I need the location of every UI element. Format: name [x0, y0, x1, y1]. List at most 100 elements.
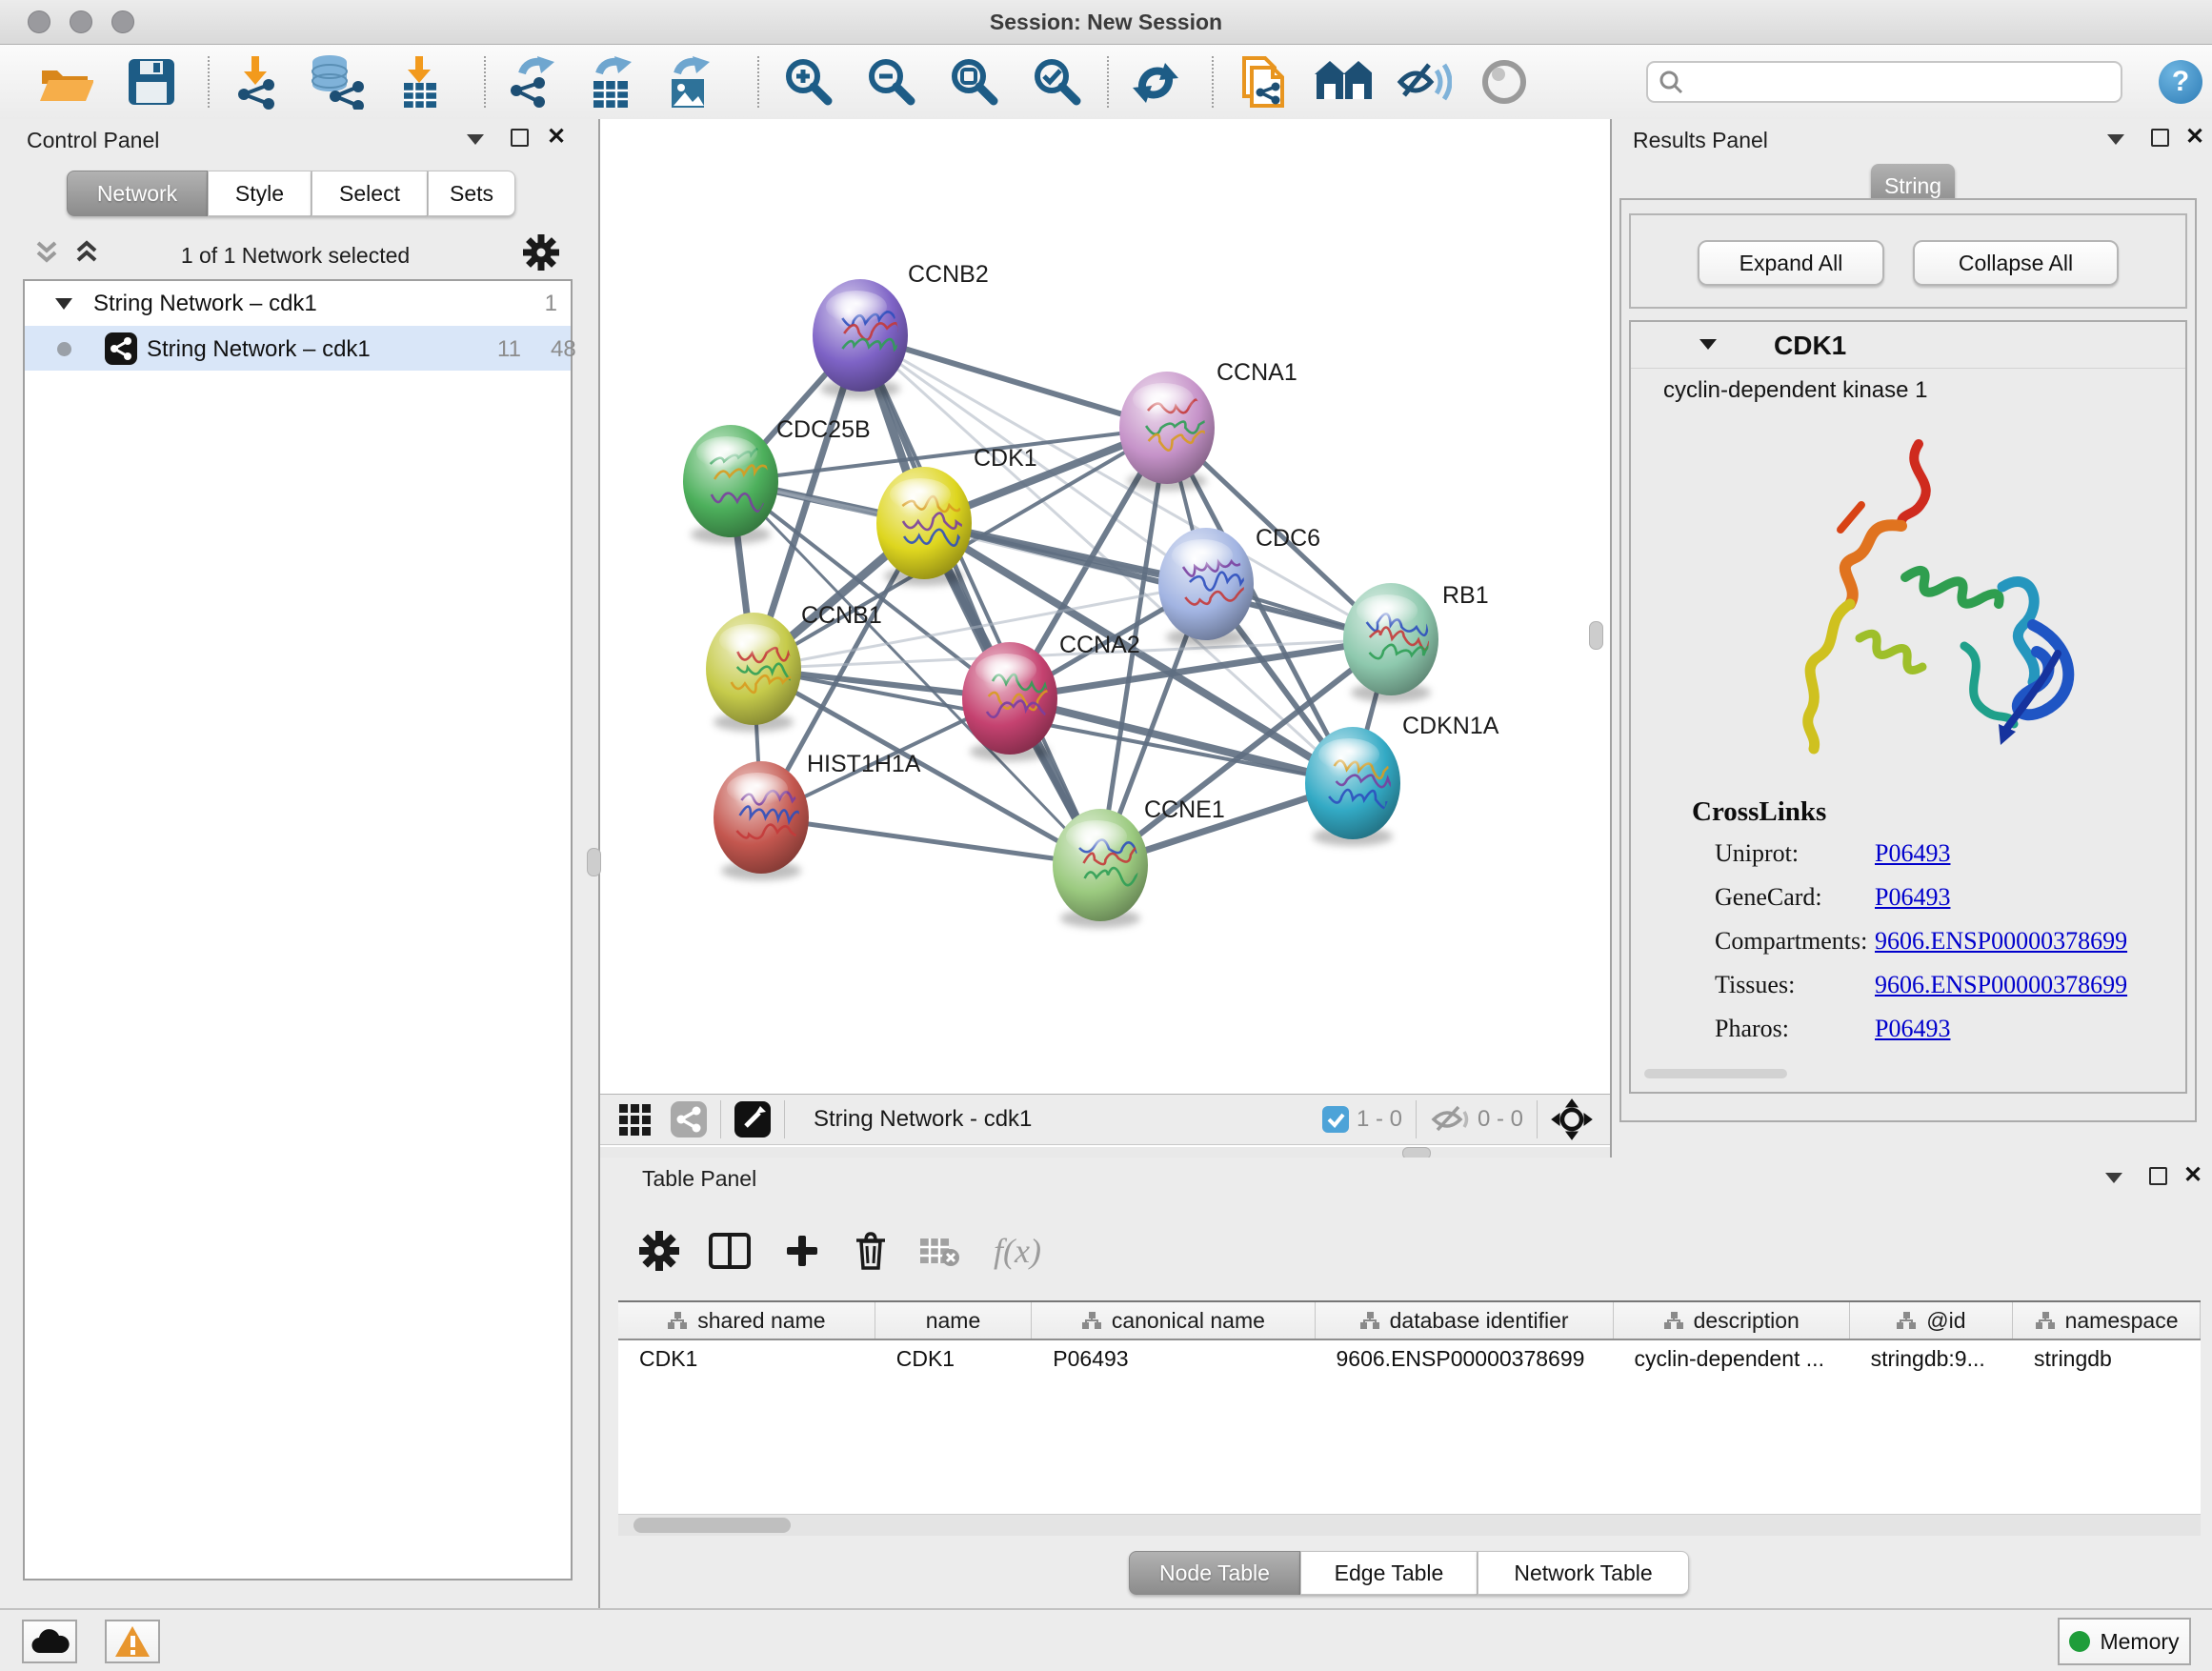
tab-node-table[interactable]: Node Table	[1129, 1551, 1300, 1595]
search-field[interactable]	[1646, 61, 2122, 103]
panel-float-icon[interactable]	[2151, 129, 2169, 147]
memory-button[interactable]: Memory	[2058, 1618, 2191, 1665]
hide-glyphs-button[interactable]	[1395, 54, 1454, 110]
network-row-selected[interactable]: String Network – cdk1 11 48	[25, 326, 571, 371]
crosslink-link[interactable]: P06493	[1875, 1015, 1950, 1043]
expand-all-button[interactable]: Expand All	[1698, 240, 1884, 286]
grid-view-icon[interactable]	[617, 1100, 655, 1138]
tab-select[interactable]: Select	[312, 171, 428, 216]
scrollbar-thumb[interactable]	[633, 1518, 791, 1533]
string-homes-button[interactable]	[1313, 54, 1372, 110]
network-node-CCNE1[interactable]: CCNE1	[1053, 796, 1225, 928]
section-collapse-icon[interactable]	[1699, 339, 1717, 350]
network-node-RB1[interactable]: RB1	[1343, 582, 1489, 702]
tab-edge-table[interactable]: Edge Table	[1300, 1551, 1478, 1595]
network-edge-cdk1-rb1[interactable]	[924, 523, 1391, 639]
crosslink-link[interactable]: 9606.ENSP00000378699	[1875, 927, 2127, 956]
table-cell-canonical-name[interactable]: P06493	[1032, 1340, 1315, 1377]
cloud-status-button[interactable]	[22, 1620, 77, 1663]
panel-float-icon[interactable]	[2149, 1167, 2167, 1185]
section-scrollbar[interactable]	[1644, 1069, 1787, 1078]
share-view-icon[interactable]	[671, 1101, 707, 1137]
panel-close-icon[interactable]: ✕	[2183, 1168, 2202, 1182]
tab-style[interactable]: Style	[208, 171, 312, 216]
save-session-button[interactable]	[122, 54, 181, 110]
table-cell-namespace[interactable]: stringdb	[2013, 1340, 2201, 1377]
delete-table-button[interactable]	[915, 1226, 964, 1276]
node-description: cyclin-dependent kinase 1	[1663, 377, 1928, 404]
tab-sets[interactable]: Sets	[428, 171, 515, 216]
export-network-button[interactable]	[503, 54, 562, 110]
show-glyphs-button[interactable]	[1475, 54, 1534, 110]
zoom-selected-button[interactable]	[1028, 54, 1087, 110]
crosslink-link[interactable]: P06493	[1875, 839, 1950, 868]
column-header-namespace[interactable]: namespace	[2013, 1302, 2201, 1339]
tree-expand-icon[interactable]	[55, 298, 72, 310]
crosslink-link[interactable]: 9606.ENSP00000378699	[1875, 971, 2127, 999]
table-cell-database-identifier[interactable]: 9606.ENSP00000378699	[1316, 1340, 1614, 1377]
export-image-button[interactable]	[661, 54, 720, 110]
network-node-CDC25B[interactable]: CDC25B	[683, 416, 871, 544]
table-horizontal-scrollbar[interactable]	[618, 1514, 2201, 1536]
panel-collapse-icon[interactable]	[467, 134, 484, 145]
column-header-description[interactable]: description	[1614, 1302, 1850, 1339]
fit-crosshair-icon[interactable]	[1551, 1098, 1593, 1140]
export-table-button[interactable]	[583, 54, 642, 110]
network-node-CCNA2[interactable]: CCNA2	[962, 632, 1140, 761]
network-node-CCNA1[interactable]: CCNA1	[1119, 359, 1297, 491]
column-header-database-identifier[interactable]: database identifier	[1316, 1302, 1614, 1339]
column-header-@id[interactable]: @id	[1850, 1302, 2013, 1339]
zoom-out-button[interactable]	[862, 54, 921, 110]
column-header-canonical-name[interactable]: canonical name	[1032, 1302, 1315, 1339]
network-edge-hist1h1a-ccne1[interactable]	[761, 817, 1100, 865]
import-table-button[interactable]	[391, 54, 450, 110]
import-network-file-button[interactable]	[229, 54, 288, 110]
panel-collapse-icon[interactable]	[2105, 1173, 2122, 1183]
horizontal-splitter[interactable]	[600, 1147, 1610, 1158]
refresh-button[interactable]	[1126, 54, 1185, 110]
table-options-button[interactable]	[634, 1226, 684, 1276]
network-collection-row[interactable]: String Network – cdk1 1	[25, 281, 571, 326]
network-node-CDKN1A[interactable]: CDKN1A	[1305, 713, 1499, 846]
section-header[interactable]: CDK1	[1631, 322, 2185, 369]
column-header-shared-name[interactable]: shared name	[618, 1302, 875, 1339]
panel-float-icon[interactable]	[511, 129, 529, 147]
network-node-CCNB1[interactable]: CCNB1	[706, 602, 882, 732]
zoom-fit-button[interactable]	[945, 54, 1004, 110]
crosslink-link[interactable]: P06493	[1875, 883, 1950, 912]
collapse-all-icon[interactable]	[32, 239, 65, 268]
import-network-database-button[interactable]	[307, 54, 366, 110]
table-cell-name[interactable]: CDK1	[875, 1340, 1033, 1377]
table-cell-shared-name[interactable]: CDK1	[618, 1340, 875, 1377]
tab-network[interactable]: Network	[67, 171, 208, 216]
table-cell-@id[interactable]: stringdb:9...	[1850, 1340, 2013, 1377]
panel-close-icon[interactable]: ✕	[547, 130, 566, 144]
help-button[interactable]: ?	[2159, 60, 2202, 104]
panel-collapse-icon[interactable]	[2107, 134, 2124, 145]
column-header-name[interactable]: name	[875, 1302, 1032, 1339]
birdseye-view-icon[interactable]	[734, 1101, 771, 1137]
warning-status-button[interactable]	[105, 1620, 160, 1663]
show-columns-button[interactable]	[705, 1226, 754, 1276]
left-splitter-handle[interactable]	[587, 848, 601, 876]
zoom-in-button[interactable]	[779, 54, 838, 110]
network-canvas[interactable]: CCNB2CCNA1CDC25BCDK1CDC6RB1CCNB1CCNA2CDK…	[600, 119, 1610, 1094]
string-import-button[interactable]	[1235, 54, 1294, 110]
panel-close-icon[interactable]: ✕	[2185, 130, 2204, 144]
string-network-icon	[105, 332, 137, 365]
add-column-button[interactable]	[777, 1226, 827, 1276]
search-input[interactable]	[1684, 69, 2098, 95]
open-session-button[interactable]	[36, 54, 95, 110]
delete-column-button[interactable]	[846, 1226, 895, 1276]
network-node-HIST1H1A[interactable]: HIST1H1A	[714, 751, 921, 880]
options-gear-icon[interactable]	[522, 233, 560, 272]
right-splitter-handle[interactable]	[1589, 621, 1603, 650]
function-builder-button[interactable]: f(x)	[979, 1226, 1056, 1276]
network-node-CCNB2[interactable]: CCNB2	[813, 261, 989, 398]
collapse-all-button[interactable]: Collapse All	[1913, 240, 2119, 286]
expand-all-icon[interactable]	[72, 239, 105, 268]
selected-checkbox-icon[interactable]	[1322, 1106, 1349, 1133]
table-row[interactable]: CDK1CDK1P064939606.ENSP00000378699cyclin…	[618, 1340, 2201, 1377]
table-cell-description[interactable]: cyclin-dependent ...	[1614, 1340, 1850, 1377]
tab-network-table[interactable]: Network Table	[1478, 1551, 1689, 1595]
